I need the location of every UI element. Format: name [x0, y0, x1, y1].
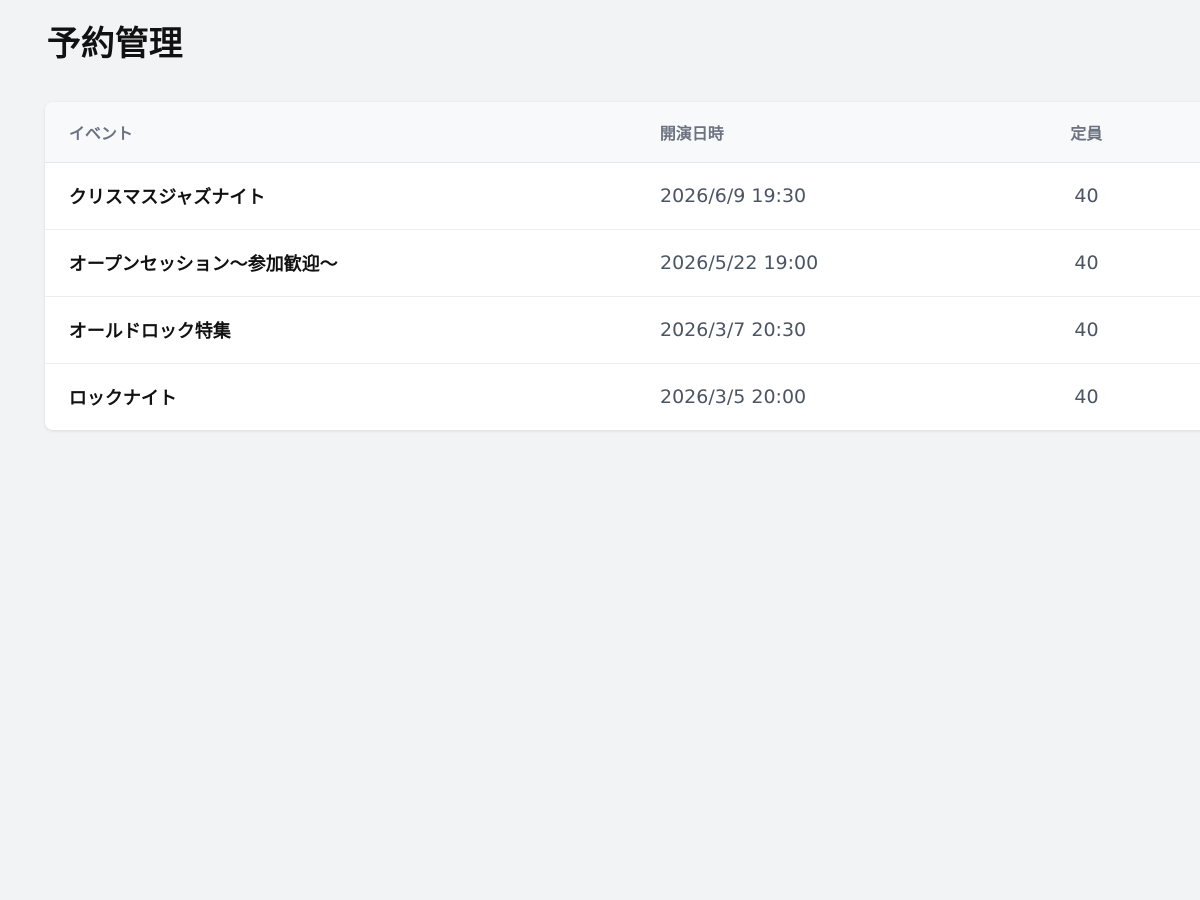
event-name: オールドロック特集 [69, 321, 231, 342]
event-capacity: 40 [1074, 252, 1099, 274]
reservations-table: イベント 開演日時 定員 クリスマスジャズナイト 2026/6/9 19:30 … [45, 102, 1200, 430]
event-datetime: 2026/3/7 20:30 [660, 319, 807, 341]
table-row[interactable]: ロックナイト 2026/3/5 20:00 40 [45, 364, 1200, 430]
event-name: クリスマスジャズナイト [69, 187, 266, 208]
event-name: オープンセッション～参加歓迎～ [69, 254, 338, 275]
event-capacity: 40 [1074, 185, 1099, 207]
column-header-datetime[interactable]: 開演日時 [660, 102, 724, 162]
event-name: ロックナイト [69, 388, 177, 409]
event-datetime: 2026/6/9 19:30 [660, 185, 807, 207]
event-datetime: 2026/5/22 19:00 [660, 252, 819, 274]
table-header: イベント 開演日時 定員 [45, 102, 1200, 163]
event-datetime: 2026/3/5 20:00 [660, 386, 807, 408]
table-row[interactable]: クリスマスジャズナイト 2026/6/9 19:30 40 [45, 163, 1200, 230]
column-header-event[interactable]: イベント [69, 102, 133, 162]
table-row[interactable]: オールドロック特集 2026/3/7 20:30 40 [45, 297, 1200, 364]
page-title: 予約管理 [47, 24, 183, 64]
event-capacity: 40 [1074, 386, 1099, 408]
table-row[interactable]: オープンセッション～参加歓迎～ 2026/5/22 19:00 40 [45, 230, 1200, 297]
column-header-capacity[interactable]: 定員 [1045, 102, 1128, 162]
event-capacity: 40 [1074, 319, 1099, 341]
